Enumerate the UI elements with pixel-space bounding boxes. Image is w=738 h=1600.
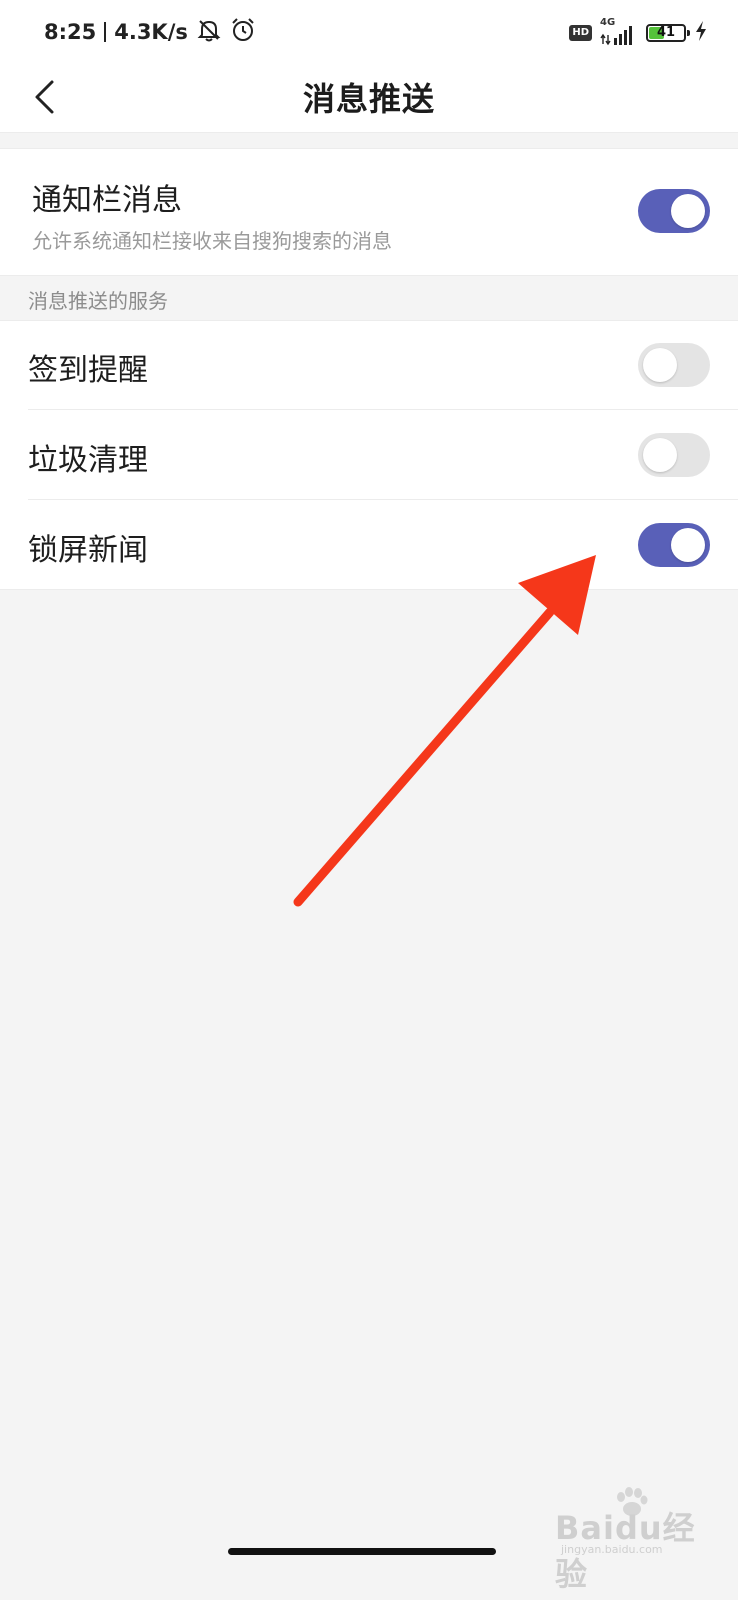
notification-bar-setting: 通知栏消息 允许系统通知栏接收来自搜狗搜索的消息 [0, 148, 738, 276]
alarm-clock-icon [230, 17, 256, 48]
notification-bar-description: 允许系统通知栏接收来自搜狗搜索的消息 [32, 229, 392, 253]
home-indicator[interactable] [228, 1548, 496, 1555]
bell-off-icon [196, 17, 222, 48]
hd-badge: HD [569, 25, 592, 41]
notification-bar-title: 通知栏消息 [32, 183, 182, 218]
row-divider [28, 499, 738, 500]
service-row-checkin-reminder[interactable]: 签到提醒 [0, 321, 738, 410]
services-list: 签到提醒 垃圾清理 锁屏新闻 [0, 320, 738, 590]
watermark-url: jingyan.baidu.com [561, 1543, 663, 1556]
battery-tip [687, 30, 690, 36]
toggle-knob [643, 348, 677, 382]
annotation-arrow-shaft [293, 607, 555, 907]
service-label: 垃圾清理 [28, 443, 148, 478]
junk-cleanup-toggle[interactable] [638, 433, 710, 477]
status-bar: 8:25 4.3K/s HD 4G 41 [0, 0, 738, 62]
service-row-lockscreen-news[interactable]: 锁屏新闻 [0, 501, 738, 590]
section-label: 消息推送的服务 [28, 289, 168, 313]
baidu-watermark: Baidu经验 jingyan.baidu.com [555, 1487, 715, 1593]
network-speed: 4.3K/s [114, 20, 188, 44]
page-title: 消息推送 [302, 80, 435, 118]
status-time: 8:25 [44, 20, 97, 44]
page-header: 消息推送 [0, 62, 738, 133]
service-label: 锁屏新闻 [28, 533, 148, 568]
status-separator [104, 22, 107, 42]
status-left-group: 8:25 4.3K/s [44, 16, 256, 48]
lockscreen-news-toggle[interactable] [638, 523, 710, 567]
toggle-knob [671, 528, 705, 562]
charging-bolt-icon [694, 20, 708, 46]
signal-bars-icon: 4G [600, 17, 638, 46]
battery-icon: 41 [646, 24, 690, 42]
service-label: 签到提醒 [28, 353, 148, 388]
checkin-reminder-toggle[interactable] [638, 343, 710, 387]
service-row-junk-cleanup[interactable]: 垃圾清理 [0, 411, 738, 500]
battery-level: 41 [656, 25, 676, 40]
status-right-group: HD 4G 41 [569, 17, 708, 48]
row-divider [28, 409, 738, 410]
toggle-knob [671, 194, 705, 228]
toggle-knob [643, 438, 677, 472]
notification-bar-toggle[interactable] [638, 189, 710, 233]
